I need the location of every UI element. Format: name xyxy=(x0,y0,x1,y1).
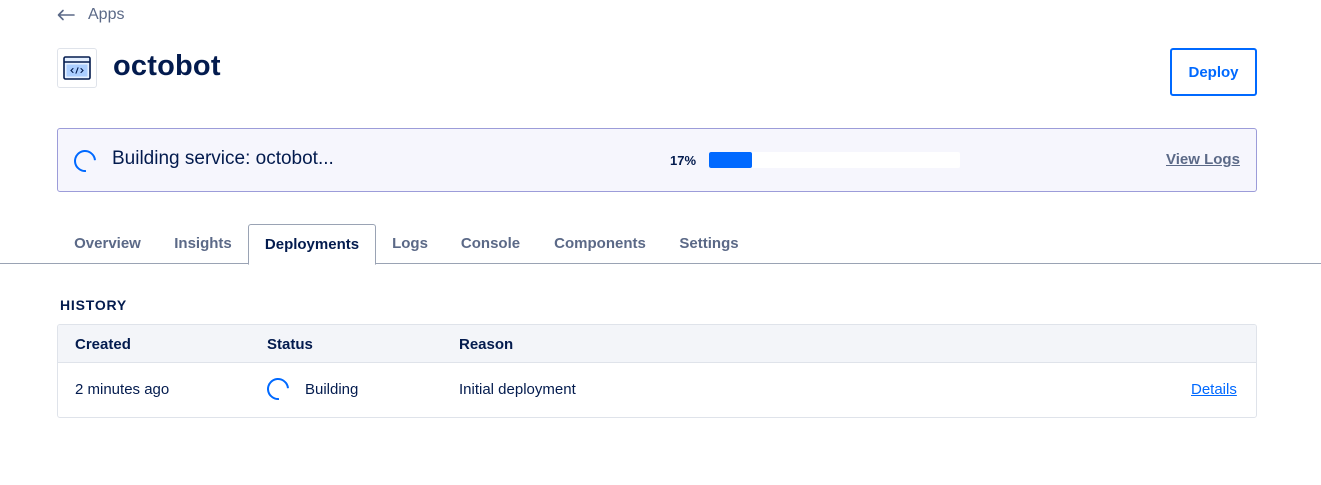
table-row: 2 minutes ago Building Initial deploymen… xyxy=(58,363,1256,417)
tab-settings[interactable]: Settings xyxy=(663,224,755,264)
tab-overview[interactable]: Overview xyxy=(58,224,157,264)
app-tabs: Overview Insights Deployments Logs Conso… xyxy=(0,224,1321,265)
deploy-button[interactable]: Deploy xyxy=(1170,48,1257,96)
cell-status: Building xyxy=(305,381,359,398)
build-progress-fill xyxy=(709,152,752,168)
view-logs-link[interactable]: View Logs xyxy=(1166,151,1240,168)
cell-reason: Initial deployment xyxy=(459,381,576,398)
column-reason: Reason xyxy=(459,336,514,353)
details-link[interactable]: Details xyxy=(1191,381,1237,398)
loading-spinner-icon xyxy=(69,145,101,177)
build-status-banner: Building service: octobot... 17% View Lo… xyxy=(57,128,1257,192)
back-to-apps-link[interactable]: Apps xyxy=(57,6,124,24)
history-heading: HISTORY xyxy=(60,297,128,313)
tab-console[interactable]: Console xyxy=(444,224,537,264)
column-created: Created xyxy=(75,336,131,353)
table-header: Created Status Reason xyxy=(58,325,1256,363)
app-icon xyxy=(57,48,97,88)
deployment-history-table: Created Status Reason 2 minutes ago Buil… xyxy=(57,324,1257,418)
loading-spinner-icon xyxy=(262,373,294,405)
tab-deployments[interactable]: Deployments xyxy=(248,224,376,265)
arrow-left-icon xyxy=(57,9,75,21)
code-window-icon xyxy=(63,56,91,80)
back-link-label: Apps xyxy=(88,6,125,23)
cell-created: 2 minutes ago xyxy=(75,381,170,398)
tab-insights[interactable]: Insights xyxy=(159,224,247,264)
build-progress-percent: 17% xyxy=(670,153,697,168)
build-progress-bar xyxy=(709,152,960,168)
column-status: Status xyxy=(267,336,313,353)
tab-logs[interactable]: Logs xyxy=(378,224,442,264)
tab-components[interactable]: Components xyxy=(539,224,661,264)
app-title: octobot xyxy=(113,50,221,82)
build-status-text: Building service: octobot... xyxy=(112,148,334,169)
